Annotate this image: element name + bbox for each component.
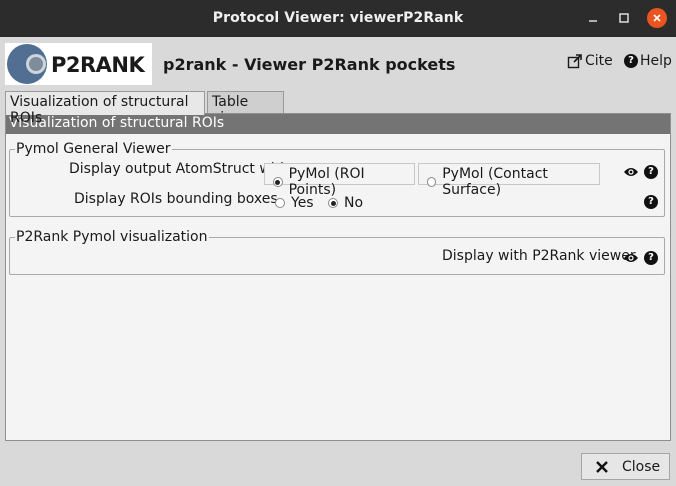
external-link-icon: [567, 54, 582, 69]
page-title: p2rank - Viewer P2Rank pockets: [163, 55, 456, 74]
tab-visualization[interactable]: Visualization of structural ROIs: [5, 91, 205, 126]
close-x-icon: [596, 460, 608, 473]
bounding-boxes-label: Display ROIs bounding boxes: [74, 191, 278, 207]
display-p2rank-viewer-label: Display with P2Rank viewer: [442, 248, 636, 264]
help-label: Help: [640, 53, 672, 69]
window-titlebar: Protocol Viewer: viewerP2Rank: [0, 0, 676, 37]
help-icon[interactable]: ?: [644, 195, 658, 209]
p2rank-pymol-visualization-group: P2Rank Pymol visualization Display with …: [9, 229, 665, 275]
help-link[interactable]: ? Help: [624, 53, 672, 69]
p2rank-logo: P2RANK: [5, 43, 152, 85]
minimize-icon[interactable]: [583, 8, 603, 28]
panel-header: Visualization of structural ROIs: [6, 114, 670, 134]
cite-label: Cite: [585, 53, 613, 69]
help-icon: ?: [624, 54, 638, 68]
viewer-header: P2RANK p2rank - Viewer P2Rank pockets Ci…: [0, 37, 676, 91]
window-title: Protocol Viewer: viewerP2Rank: [212, 10, 464, 26]
group-legend: P2Rank Pymol visualization: [15, 229, 209, 245]
eye-icon[interactable]: [623, 252, 639, 264]
radio-label: No: [344, 195, 364, 211]
radio-label: PyMol (ROI Points): [288, 166, 365, 198]
radio-unselected-icon: [427, 177, 437, 187]
radio-selected-icon: [328, 198, 338, 208]
close-label: Close: [622, 458, 661, 475]
radio-option-no[interactable]: No: [328, 195, 363, 211]
radio-label: Yes: [291, 195, 314, 211]
radio-option-contact-surface[interactable]: PyMol (Contact Surface): [418, 163, 600, 198]
visualization-panel: Visualization of structural ROIs Pymol G…: [5, 113, 671, 441]
logo-text: P2RANK: [51, 53, 146, 77]
pymol-general-viewer-group: Pymol General Viewer Display output Atom…: [9, 141, 665, 217]
help-icon[interactable]: ?: [644, 165, 658, 179]
tab-table-view[interactable]: Table view: [207, 91, 284, 126]
help-icon[interactable]: ?: [644, 251, 658, 265]
radio-unselected-icon: [275, 198, 285, 208]
maximize-icon[interactable]: [614, 8, 634, 28]
radio-option-roi-points[interactable]: PyMol (ROI Points): [264, 163, 415, 198]
eye-icon[interactable]: [623, 166, 639, 178]
radio-option-yes[interactable]: Yes: [275, 195, 314, 211]
display-output-label: Display output AtomStruct with: [69, 161, 290, 177]
radio-label: PyMol (Contact Surface): [442, 166, 548, 198]
cite-link[interactable]: Cite: [567, 53, 613, 69]
window-close-icon[interactable]: [647, 8, 667, 28]
close-button[interactable]: Close: [581, 453, 670, 480]
tab-bar: Visualization of structural ROIs Table v…: [0, 91, 676, 126]
radio-selected-icon: [273, 177, 283, 187]
group-legend: Pymol General Viewer: [15, 141, 172, 157]
